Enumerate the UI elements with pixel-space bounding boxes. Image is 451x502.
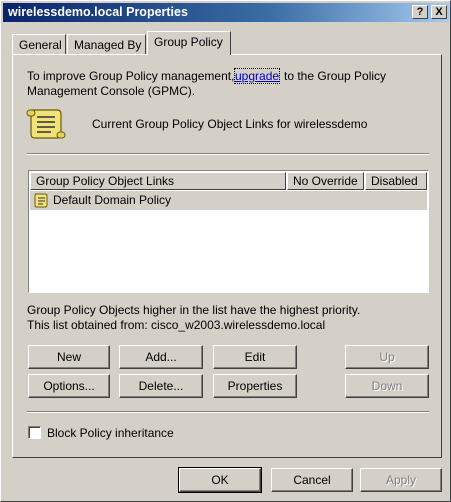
priority-note: Group Policy Objects higher in the list … xyxy=(27,303,361,317)
column-header-disabled[interactable]: Disabled xyxy=(365,172,427,190)
obtained-from-note: This list obtained from: cisco_w2003.wir… xyxy=(27,318,326,332)
policy-scroll-icon xyxy=(34,193,48,208)
apply-button[interactable]: Apply xyxy=(360,468,442,492)
separator-top xyxy=(27,153,429,155)
tab-general[interactable]: General xyxy=(12,34,66,55)
column-header-gpo-links[interactable]: Group Policy Object Links xyxy=(30,172,286,190)
ok-button[interactable]: OK xyxy=(178,467,262,493)
delete-button[interactable]: Delete... xyxy=(119,374,203,398)
properties-dialog: wirelessdemo.local Properties ? X Genera… xyxy=(0,0,451,502)
new-button[interactable]: New xyxy=(28,345,110,369)
current-links-label: Current Group Policy Object Links for wi… xyxy=(92,117,368,131)
cancel-button[interactable]: Cancel xyxy=(271,468,353,492)
title-bar[interactable]: wirelessdemo.local Properties ? X xyxy=(3,3,449,22)
window-title: wirelessdemo.local Properties xyxy=(8,5,188,19)
gpo-links-list[interactable]: Group Policy Object Links No Override Di… xyxy=(28,170,429,293)
list-item[interactable]: Default Domain Policy xyxy=(30,191,427,210)
tab-managed-by[interactable]: Managed By xyxy=(67,34,146,55)
tab-group-policy[interactable]: Group Policy xyxy=(147,31,231,55)
gpmc-info-line2: Management Console (GPMC). xyxy=(27,84,196,98)
options-button[interactable]: Options... xyxy=(28,374,110,398)
close-button[interactable]: X xyxy=(431,5,447,19)
column-header-no-override[interactable]: No Override xyxy=(287,172,364,190)
separator-bottom xyxy=(27,411,429,413)
block-inheritance-label: Block Policy inheritance xyxy=(47,426,174,440)
help-button[interactable]: ? xyxy=(412,5,428,19)
gpmc-info-prefix: To improve Group Policy management, xyxy=(27,69,235,83)
group-policy-scroll-icon xyxy=(26,109,66,139)
down-button[interactable]: Down xyxy=(345,374,429,398)
policy-name: Default Domain Policy xyxy=(53,193,172,207)
gpmc-info-suffix: to the Group Policy xyxy=(284,69,387,83)
add-button[interactable]: Add... xyxy=(119,345,203,369)
edit-button[interactable]: Edit xyxy=(213,345,297,369)
upgrade-link[interactable]: upgrade xyxy=(234,68,281,84)
up-button[interactable]: Up xyxy=(345,345,429,369)
properties-button[interactable]: Properties xyxy=(213,374,297,398)
block-inheritance-checkbox[interactable] xyxy=(28,426,41,439)
